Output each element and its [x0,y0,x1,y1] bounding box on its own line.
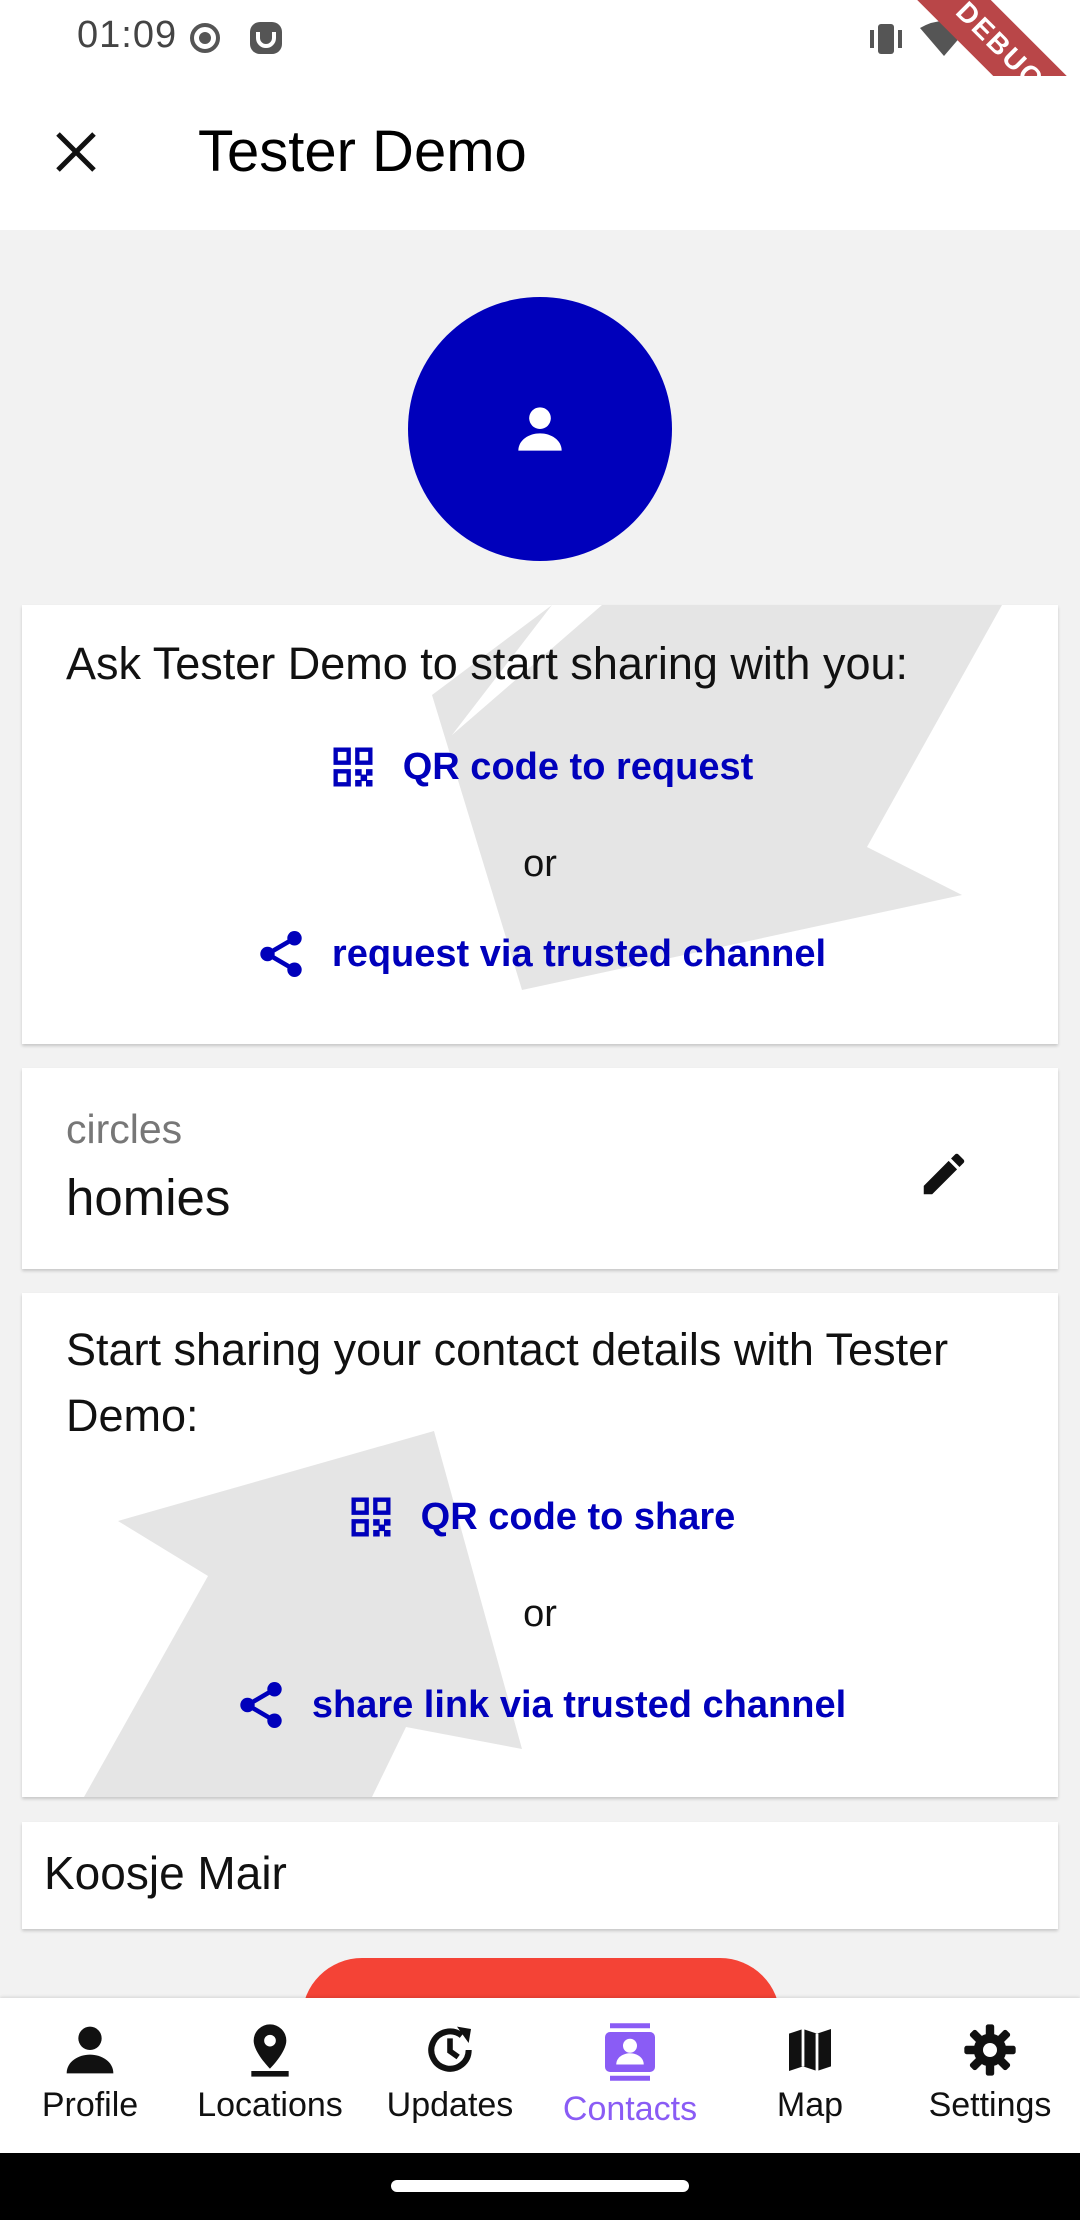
circles-card[interactable]: circles homies [22,1068,1058,1269]
share-icon [240,1682,282,1728]
edit-circles-button[interactable] [908,1138,980,1210]
gear-icon [964,2024,1016,2076]
nav-item-map[interactable]: Map [720,1998,900,2153]
person-icon [66,2026,114,2074]
request-channel-label: request via trusted channel [331,932,827,975]
qr-code-icon [333,747,373,787]
nav-label-map: Map [776,2086,844,2124]
qr-code-icon [351,1497,391,1537]
app-notification-icon [250,22,282,54]
nav-label-contacts: Contacts [562,2090,698,2128]
request-card-heading: Ask Tester Demo to start sharing with yo… [66,638,909,689]
status-time: 01:09 [77,14,178,56]
qr-share-button[interactable]: QR code to share [22,1491,1058,1543]
circles-label: circles [66,1106,183,1152]
nav-item-locations[interactable]: Locations [180,1998,360,2153]
or-separator: or [523,1593,557,1635]
home-gesture-handle[interactable] [391,2180,689,2192]
nav-item-profile[interactable]: Profile [0,1998,180,2153]
request-channel-button[interactable]: request via trusted channel [22,927,1058,981]
contact-name-card[interactable]: Koosje Mair [22,1822,1058,1929]
share-link-button[interactable]: share link via trusted channel [22,1678,1058,1732]
nav-label-profile: Profile [41,2086,139,2124]
circles-value: homies [66,1169,231,1226]
close-icon [56,132,96,172]
share-card-heading: Start sharing your contact details with … [66,1324,949,1441]
edit-icon [923,1153,965,1195]
bottom-navigation: Profile Locations Updates Contacts Map S… [0,1998,1080,2153]
share-icon [260,931,302,977]
nav-item-settings[interactable]: Settings [900,1998,1080,2153]
vibrate-icon [870,24,902,54]
status-left-icons [188,20,288,61]
nav-label-locations: Locations [197,2086,343,2124]
page-title: Tester Demo [198,119,527,184]
share-link-label: share link via trusted channel [311,1683,847,1726]
share-details-card: Start sharing your contact details with … [22,1293,1058,1797]
contact-name: Koosje Mair [44,1847,287,1899]
qr-request-button[interactable]: QR code to request [22,741,1058,793]
record-icon [190,23,220,53]
qr-request-label: QR code to request [402,745,754,788]
nav-label-settings: Settings [928,2086,1052,2124]
or-separator: or [523,843,557,885]
avatar [408,297,672,561]
qr-share-label: QR code to share [420,1495,736,1538]
map-icon [789,2029,831,2071]
contacts-icon [605,2023,655,2081]
update-icon [428,2026,472,2072]
nav-label-updates: Updates [386,2086,514,2124]
app-bar [0,76,1080,230]
nav-item-contacts[interactable]: Contacts [540,1998,720,2153]
nav-item-updates[interactable]: Updates [360,1998,540,2153]
person-icon [518,407,562,451]
request-sharing-card: Ask Tester Demo to start sharing with yo… [22,605,1058,1044]
close-button[interactable] [40,116,112,188]
location-pin-icon [251,2024,289,2077]
